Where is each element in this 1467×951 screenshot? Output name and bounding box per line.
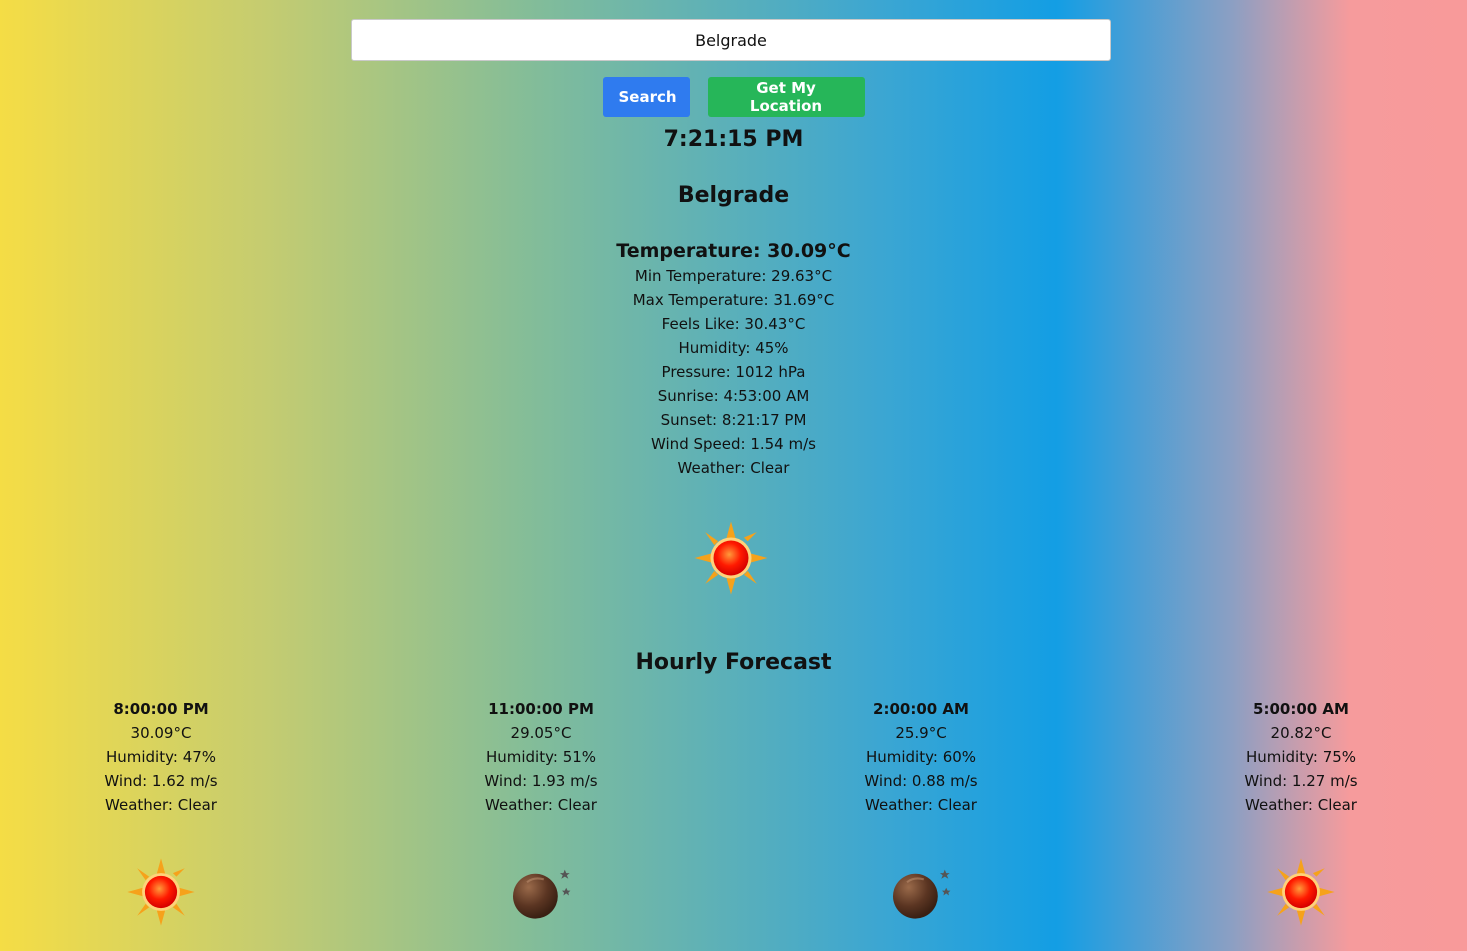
- sun-icon: [694, 521, 768, 595]
- hourly-temperature: 25.9°C: [895, 724, 947, 742]
- hourly-forecast-list: 8:00:00 PM 30.09°C Humidity: 47% Wind: 1…: [0, 697, 1467, 937]
- hourly-item: 2:00:00 AM 25.9°C Humidity: 60% Wind: 0.…: [811, 697, 1031, 927]
- hourly-wind: Wind: 1.27 m/s: [1244, 772, 1358, 790]
- hourly-temperature: 20.82°C: [1270, 724, 1332, 742]
- moon-icon: [891, 868, 952, 920]
- hourly-humidity: Humidity: 60%: [865, 748, 977, 766]
- hourly-wind: Wind: 1.93 m/s: [484, 772, 598, 790]
- hourly-time: 11:00:00 PM: [488, 700, 594, 718]
- moon-icon: [511, 868, 572, 920]
- hourly-weather: Weather: Clear: [105, 796, 217, 814]
- sunset: Sunset: 8:21:17 PM: [660, 411, 807, 429]
- hourly-temperature: 30.09°C: [130, 724, 192, 742]
- hourly-wind: Wind: 0.88 m/s: [864, 772, 978, 790]
- hourly-humidity: Humidity: 75%: [1245, 748, 1357, 766]
- hourly-item: 8:00:00 PM 30.09°C Humidity: 47% Wind: 1…: [51, 697, 271, 927]
- sun-icon: [127, 858, 195, 926]
- search-button[interactable]: Search: [602, 77, 690, 117]
- current-time: 7:21:15 PM: [663, 127, 804, 152]
- action-buttons: Search Get My Location: [0, 77, 1467, 117]
- city-name: Belgrade: [677, 183, 790, 208]
- get-my-location-button[interactable]: Get My Location: [707, 77, 865, 117]
- city-search-input[interactable]: [351, 19, 1111, 61]
- hourly-time: 8:00:00 PM: [113, 700, 209, 718]
- hourly-time: 5:00:00 AM: [1253, 700, 1349, 718]
- hourly-weather: Weather: Clear: [865, 796, 977, 814]
- wind-speed: Wind Speed: 1.54 m/s: [651, 435, 816, 453]
- search-bar: [351, 19, 1111, 61]
- hourly-item: 11:00:00 PM 29.05°C Humidity: 51% Wind: …: [431, 697, 651, 927]
- hourly-item: 5:00:00 AM 20.82°C Humidity: 75% Wind: 1…: [1191, 697, 1411, 927]
- weather-condition: Weather: Clear: [677, 459, 790, 477]
- pressure: Pressure: 1012 hPa: [661, 363, 806, 381]
- hourly-time: 2:00:00 AM: [873, 700, 969, 718]
- hourly-weather: Weather: Clear: [485, 796, 597, 814]
- sun-icon: [1267, 858, 1335, 926]
- hourly-humidity: Humidity: 47%: [105, 748, 217, 766]
- max-temperature: Max Temperature: 31.69°C: [632, 291, 835, 309]
- hourly-temperature: 29.05°C: [510, 724, 572, 742]
- feels-like: Feels Like: 30.43°C: [661, 315, 806, 333]
- current-temperature: Temperature: 30.09°C: [616, 240, 851, 262]
- sunrise: Sunrise: 4:53:00 AM: [657, 387, 810, 405]
- hourly-wind: Wind: 1.62 m/s: [104, 772, 218, 790]
- humidity: Humidity: 45%: [678, 339, 789, 357]
- hourly-forecast-title: Hourly Forecast: [635, 650, 832, 675]
- hourly-weather: Weather: Clear: [1245, 796, 1357, 814]
- min-temperature: Min Temperature: 29.63°C: [634, 267, 833, 285]
- current-weather-details: Temperature: 30.09°C Min Temperature: 29…: [0, 238, 1467, 480]
- hourly-humidity: Humidity: 51%: [485, 748, 597, 766]
